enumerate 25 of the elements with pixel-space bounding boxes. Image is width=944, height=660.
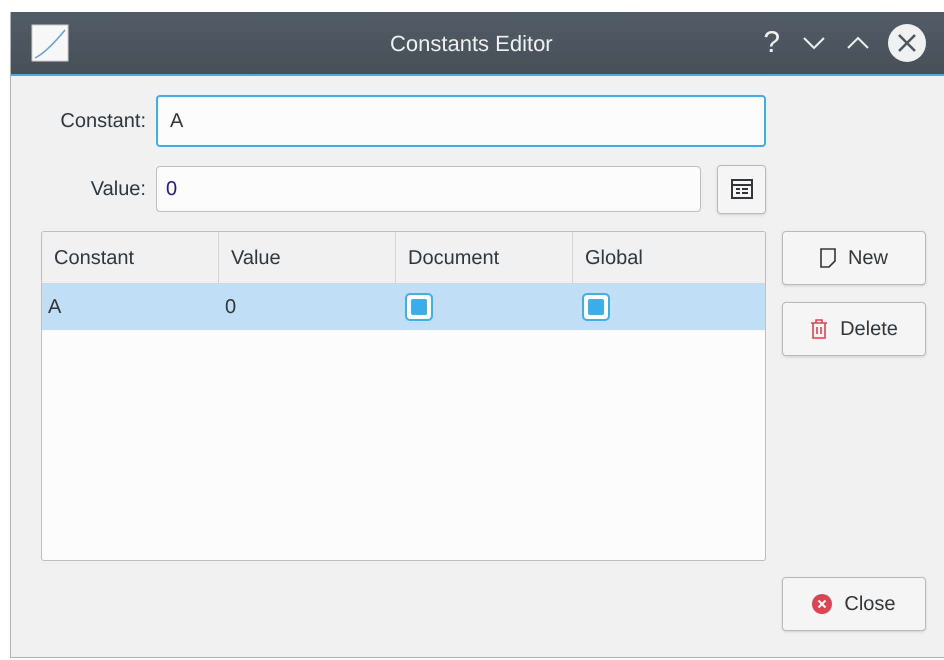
- delete-button[interactable]: Delete: [782, 302, 926, 356]
- close-button[interactable]: Close: [782, 577, 926, 631]
- table-cell-text: 0: [224, 295, 238, 320]
- close-icon[interactable]: [888, 24, 926, 62]
- help-button[interactable]: ?: [759, 28, 784, 58]
- list-icon: [730, 179, 752, 199]
- cancel-icon: [812, 594, 832, 614]
- column-header[interactable]: Global: [573, 232, 765, 283]
- checkbox[interactable]: [582, 293, 610, 321]
- new-button[interactable]: New: [782, 231, 926, 285]
- constant-label: Constant:: [59, 109, 147, 134]
- value-label: Value:: [90, 177, 147, 202]
- document-icon: [820, 248, 836, 268]
- column-header[interactable]: Value: [219, 232, 396, 283]
- trash-icon: [810, 319, 828, 339]
- column-header[interactable]: Document: [396, 232, 573, 283]
- table-cell-text: A: [47, 295, 62, 320]
- column-header[interactable]: Constant: [42, 232, 219, 283]
- constant-field[interactable]: A: [156, 95, 766, 147]
- checkbox[interactable]: [405, 293, 433, 321]
- value-field[interactable]: 0: [156, 166, 701, 212]
- app-logo-icon: [29, 22, 71, 64]
- table-row[interactable]: A 0: [42, 284, 765, 330]
- window-title: Constants Editor: [390, 30, 553, 58]
- list-button[interactable]: [717, 164, 766, 214]
